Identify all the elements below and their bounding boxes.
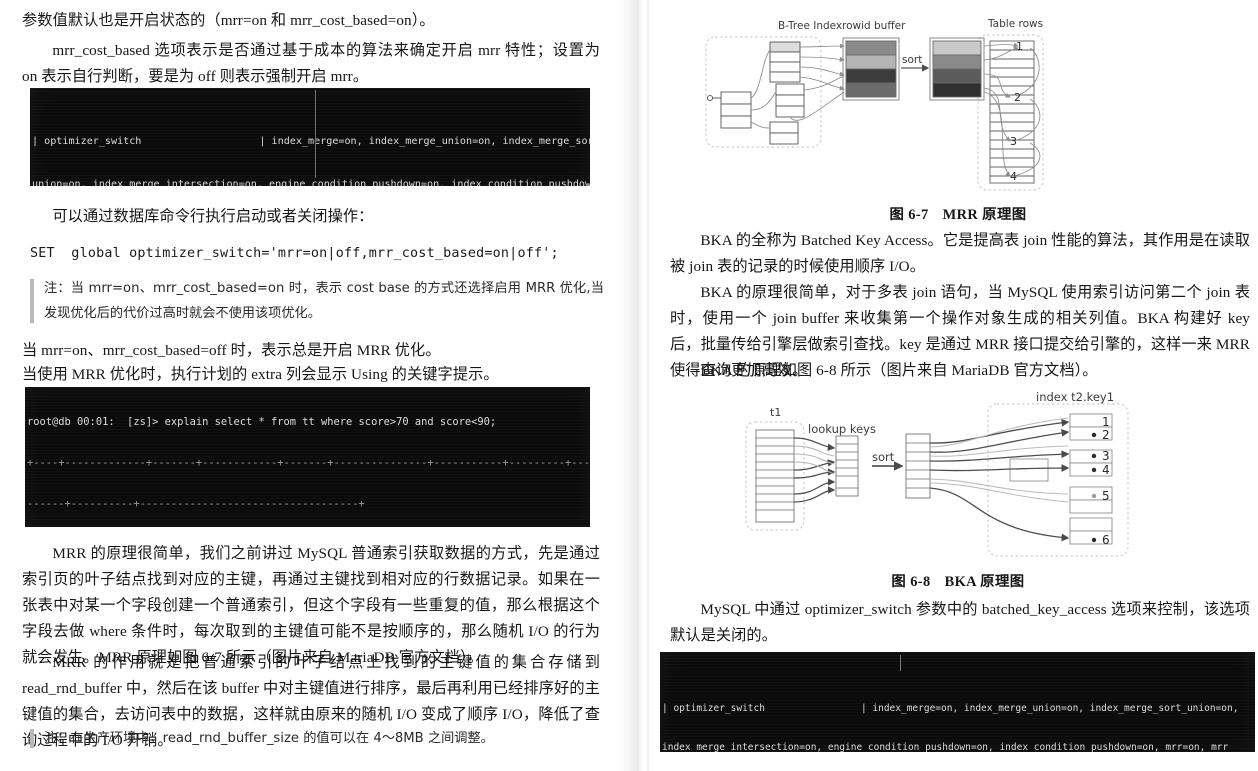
terminal-batched-key-access: | optimizer_switch | index_merge=on, inde… <box>660 652 1255 752</box>
label-rowid-buffer: rowid buffer <box>842 20 906 32</box>
figure-bka-diagram: 1 2 3 4 5 6 t1 lookup keys sort index t2… <box>658 384 1258 572</box>
note-read-rnd-buffer-size: 注：在生产环境中，read_rnd_buffer_size 的值可以在 4～8M… <box>30 726 604 751</box>
label-btree-index: B-Tree Index <box>778 20 843 32</box>
label-sort-bka: sort <box>872 450 895 464</box>
figure-caption-title-6-7: MRR 原理图 <box>942 207 1027 223</box>
paragraph-default-state: 参数值默认也是开启状态的（mrr=on 和 mrr_cost_based=on）… <box>22 12 435 29</box>
svg-text:1: 1 <box>1016 40 1023 53</box>
code-set-optimizer-switch: SET global optimizer_switch='mrr=on|off,… <box>30 246 559 261</box>
explain-prompt: root@db 00:01: [zs]> explain select * fr… <box>27 416 497 429</box>
paragraph-mrr-cost-based: mrr_cost_based 选项表示是否通过基于成本的算法来确定开启 mrr … <box>22 42 600 85</box>
explain-rule-top-1: +----+-------------+-------+------------… <box>27 456 590 469</box>
svg-text:2: 2 <box>1102 428 1110 442</box>
terminal-column-divider <box>315 90 316 178</box>
left-column: 参数值默认也是开启状态的（mrr=on 和 mrr_cost_based=on）… <box>0 0 616 771</box>
explain-rule-top-2: ------+----------+----------------------… <box>27 497 365 510</box>
terminal-line-2: union=on, index_merge_intersection=on, e… <box>32 179 590 186</box>
svg-text:4: 4 <box>1010 170 1017 183</box>
paragraph-batched-key-access-control: MySQL 中通过 optimizer_switch 参数中的 batched_… <box>670 601 1250 644</box>
terminal-explain-plan: root@db 00:01: [zs]> explain select * fr… <box>25 387 590 527</box>
figure-bka-svg: 1 2 3 4 5 6 <box>745 403 1129 557</box>
label-index-t2key1: index t2.key1 <box>1036 390 1115 404</box>
note-cost-base: 注：当 mrr=on、mrr_cost_based=on 时，表示 cost b… <box>30 276 604 326</box>
figure-caption-number-6-8: 图 6-8 <box>891 574 931 590</box>
svg-text:3: 3 <box>1102 449 1110 463</box>
terminal-optimizer-switch: | optimizer_switch | index_merge=on, inde… <box>30 88 590 186</box>
bka-terminal-line-2: index_merge_intersection=on, engine_cond… <box>662 742 1229 752</box>
paragraph-bka-figure-ref: BKA 的原理如图 6-8 所示（图片来自 MariaDB 官方文档）。 <box>700 362 1098 379</box>
figure-caption-6-7: 图 6-7 MRR 原理图 <box>658 203 1258 224</box>
paragraph-mrr-on-cost-off: 当 mrr=on、mrr_cost_based=off 时，表示总是开启 MRR… <box>22 342 441 359</box>
figure-caption-number-6-7: 图 6-7 <box>889 207 929 223</box>
bka-terminal-line-1: | optimizer_switch | index_merge=on, inde… <box>662 702 1239 714</box>
svg-text:4: 4 <box>1102 463 1110 477</box>
terminal-line-1: | optimizer_switch | index_merge=on, inde… <box>32 136 590 148</box>
figure-caption-title-6-8: BKA 原理图 <box>944 574 1025 590</box>
book-page: 参数值默认也是开启状态的（mrr=on 和 mrr_cost_based=on）… <box>0 0 1258 771</box>
svg-text:6: 6 <box>1102 533 1110 547</box>
figure-mrr-svg: 1 2 3 4 <box>705 34 1044 191</box>
label-table-rows: Table rows <box>988 18 1044 30</box>
figure-caption-6-8: 图 6-8 BKA 原理图 <box>658 570 1258 591</box>
svg-text:3: 3 <box>1010 135 1017 148</box>
page-gutter-divider <box>616 0 658 771</box>
svg-text:5: 5 <box>1102 489 1110 503</box>
label-lookup-keys: lookup keys <box>808 422 876 436</box>
figure-mrr-diagram: 1 2 3 4 B-Tree Index rowid buffer Table … <box>658 0 1258 205</box>
terminal-column-divider-bka <box>900 655 901 671</box>
svg-text:1: 1 <box>1102 415 1110 429</box>
label-sort-mrr: sort <box>902 54 923 66</box>
paragraph-cmdline-toggle: 可以通过数据库命令行执行启动或者关闭操作： <box>52 208 374 225</box>
svg-text:2: 2 <box>1014 91 1021 104</box>
paragraph-bka-definition: BKA 的全称为 Batched Key Access。它是提高表 join 性… <box>670 232 1250 275</box>
paragraph-extra-using-hint: 当使用 MRR 优化时，执行计划的 extra 列会显示 Using 的关键字提… <box>22 366 499 383</box>
label-t1-table: t1 <box>770 406 782 419</box>
